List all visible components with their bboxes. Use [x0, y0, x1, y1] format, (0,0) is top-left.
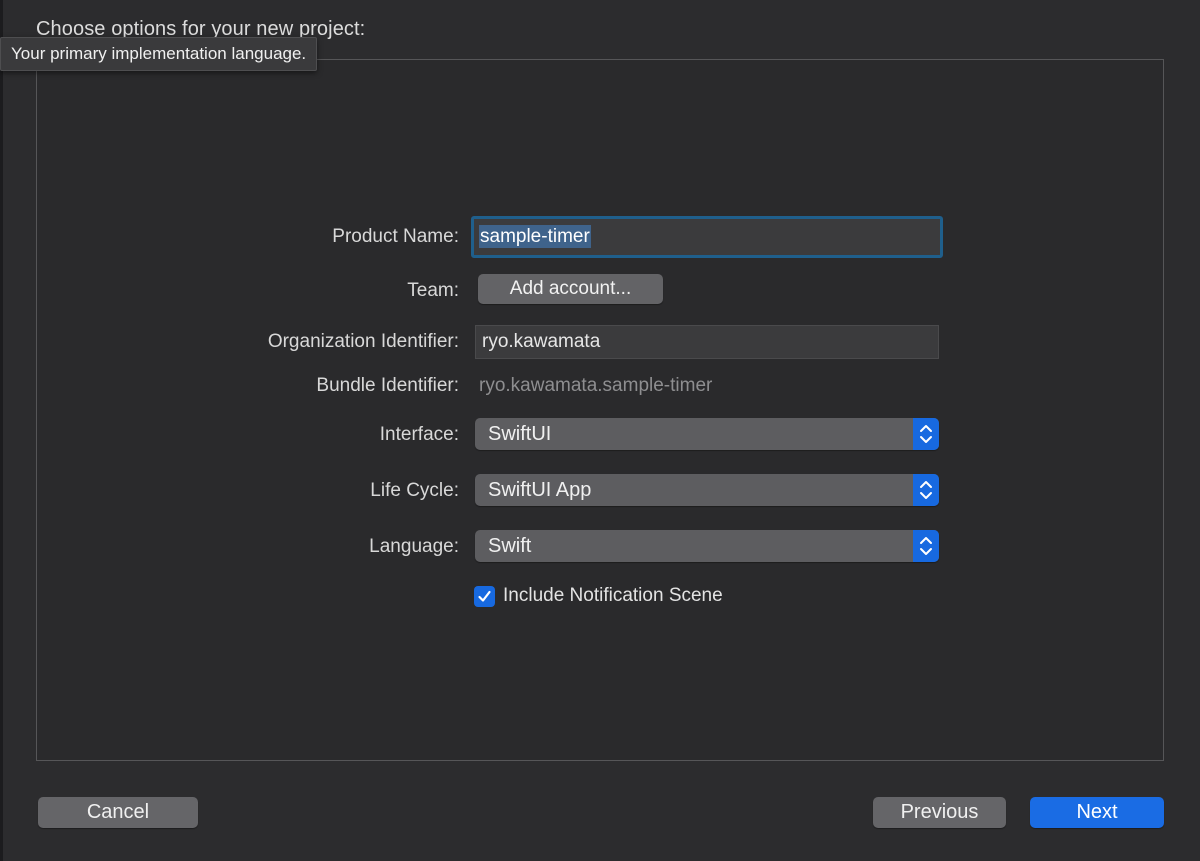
- chevron-up-down-icon: [913, 530, 939, 562]
- product-name-input[interactable]: sample-timer: [471, 216, 943, 258]
- team-label: Team:: [407, 280, 459, 301]
- organization-identifier-input[interactable]: ryo.kawamata: [475, 325, 939, 359]
- product-name-label: Product Name:: [332, 226, 459, 247]
- bundle-identifier-value: ryo.kawamata.sample-timer: [479, 375, 713, 396]
- new-project-options-window: Choose options for your new project: You…: [0, 0, 1200, 861]
- product-name-selected-text: sample-timer: [479, 225, 591, 248]
- chevron-up-down-icon: [913, 474, 939, 506]
- organization-identifier-label: Organization Identifier:: [267, 331, 459, 352]
- add-account-button[interactable]: Add account...: [478, 274, 663, 304]
- include-notification-scene-label[interactable]: Include Notification Scene: [503, 585, 723, 607]
- previous-button[interactable]: Previous: [873, 797, 1006, 828]
- next-button[interactable]: Next: [1030, 797, 1164, 828]
- interface-popup[interactable]: SwiftUI: [475, 418, 939, 450]
- window-left-edge: [0, 0, 3, 861]
- bundle-identifier-label: Bundle Identifier:: [316, 375, 459, 396]
- language-popup[interactable]: Swift: [475, 530, 939, 562]
- interface-label: Interface:: [379, 424, 459, 445]
- chevron-up-down-icon: [913, 418, 939, 450]
- interface-selected-value: SwiftUI: [488, 423, 552, 445]
- cancel-button[interactable]: Cancel: [38, 797, 198, 828]
- life-cycle-popup[interactable]: SwiftUI App: [475, 474, 939, 506]
- life-cycle-selected-value: SwiftUI App: [488, 479, 592, 501]
- include-notification-scene-checkbox[interactable]: [474, 586, 495, 607]
- checkmark-icon: [478, 590, 491, 602]
- life-cycle-label: Life Cycle:: [370, 480, 459, 501]
- language-tooltip: Your primary implementation language.: [0, 37, 318, 71]
- language-selected-value: Swift: [488, 535, 532, 557]
- options-panel: [36, 59, 1164, 761]
- language-label: Language:: [369, 536, 459, 557]
